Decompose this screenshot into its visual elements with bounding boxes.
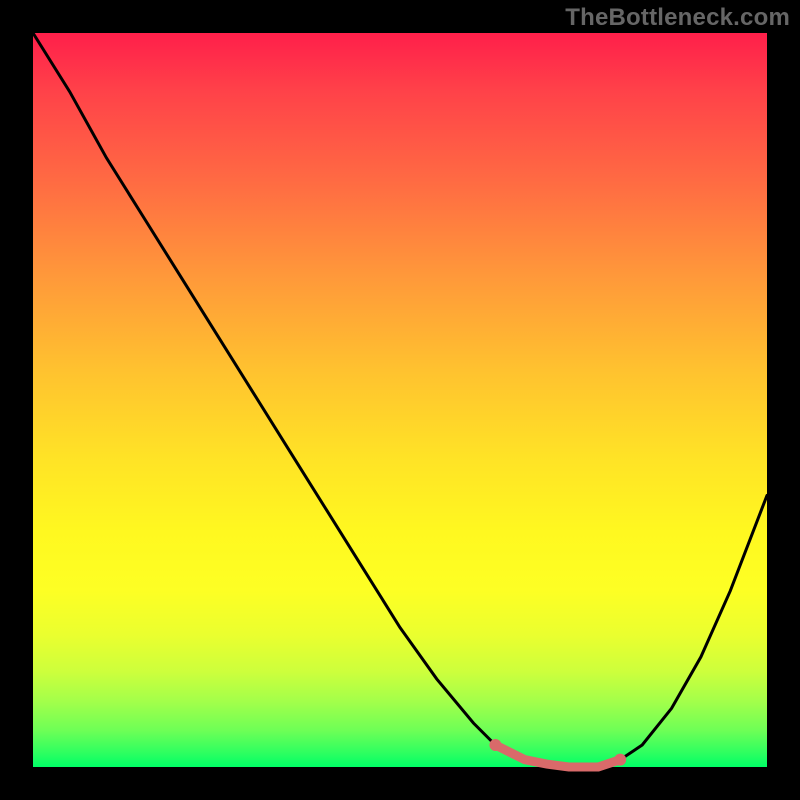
chart-svg — [33, 33, 767, 767]
bottleneck-curve — [33, 33, 767, 767]
optimal-start-dot — [489, 739, 501, 751]
chart-frame: TheBottleneck.com — [0, 0, 800, 800]
plot-area — [33, 33, 767, 767]
watermark-text: TheBottleneck.com — [565, 4, 790, 32]
optimal-region-curve — [495, 745, 620, 767]
optimal-end-dot — [614, 754, 626, 766]
